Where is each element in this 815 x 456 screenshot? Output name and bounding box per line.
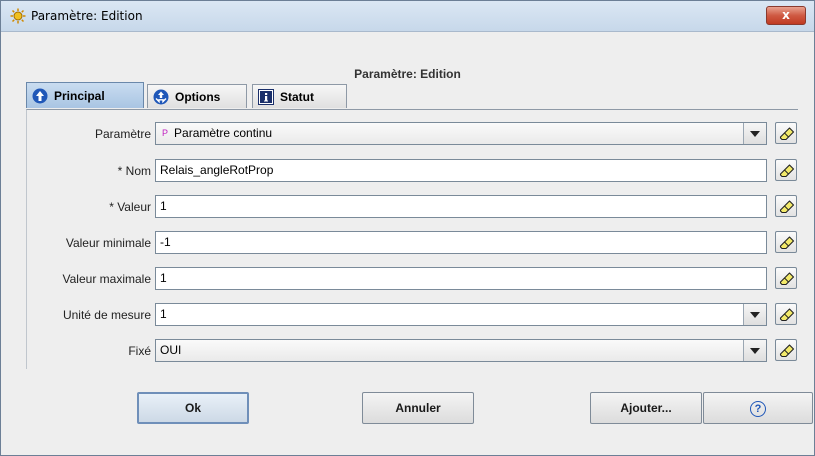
fixe-select[interactable]: OUI xyxy=(155,339,767,362)
eraser-icon xyxy=(779,344,795,358)
eraser-icon xyxy=(779,308,795,322)
clear-fixe-button[interactable] xyxy=(775,339,797,361)
window-title: Paramètre: Edition xyxy=(31,9,143,23)
options-circle-icon xyxy=(153,89,169,104)
valeur-min-label: Valeur minimale xyxy=(65,236,151,250)
clear-parametre-button[interactable] xyxy=(775,122,797,144)
ok-button[interactable]: Ok xyxy=(137,392,249,424)
tab-statut[interactable]: Statut xyxy=(252,84,347,108)
chevron-down-icon[interactable] xyxy=(743,340,766,361)
fixe-value: OUI xyxy=(160,343,182,357)
eraser-icon xyxy=(779,200,795,214)
parametre-type-icon: P xyxy=(162,128,169,138)
valeur-min-input[interactable]: -1 xyxy=(155,231,767,254)
eraser-icon xyxy=(779,236,795,250)
ajouter-button[interactable]: Ajouter... xyxy=(590,392,702,424)
tab-principal-label: Principal xyxy=(54,88,105,103)
unite-label: Unité de mesure xyxy=(62,308,151,322)
chevron-down-icon[interactable] xyxy=(743,304,766,325)
eraser-icon xyxy=(779,127,795,141)
nom-label: * Nom xyxy=(117,164,151,178)
clear-valeur-min-button[interactable] xyxy=(775,231,797,253)
nom-input[interactable]: Relais_angleRotProp xyxy=(155,159,767,182)
status-strip xyxy=(1,427,814,455)
unite-value: 1 xyxy=(160,307,167,321)
tab-options-label: Options xyxy=(175,89,221,104)
clear-valeur-max-button[interactable] xyxy=(775,267,797,289)
tab-statut-label: Statut xyxy=(280,89,314,104)
parametre-select[interactable]: P Paramètre continu xyxy=(155,122,767,145)
help-button[interactable]: ? xyxy=(703,392,813,424)
valeur-label: * Valeur xyxy=(109,200,151,214)
parametre-label: Paramètre xyxy=(94,127,151,141)
unite-select[interactable]: 1 xyxy=(155,303,767,326)
help-icon: ? xyxy=(750,401,766,417)
eraser-icon xyxy=(779,272,795,286)
clear-unite-button[interactable] xyxy=(775,303,797,325)
valeur-input[interactable]: 1 xyxy=(155,195,767,218)
close-button[interactable]: x xyxy=(766,6,806,25)
dialog-window: Paramètre: Edition x Paramètre: Edition … xyxy=(0,0,815,456)
arrow-up-circle-icon xyxy=(32,88,48,103)
info-icon xyxy=(258,88,274,105)
dialog-heading: Paramètre: Edition xyxy=(354,67,461,81)
tab-principal[interactable]: Principal xyxy=(26,82,144,108)
sun-icon xyxy=(10,8,26,24)
fixe-label: Fixé xyxy=(128,344,151,358)
parametre-value: Paramètre continu xyxy=(174,126,273,140)
tab-options[interactable]: Options xyxy=(147,84,247,108)
valeur-max-label: Valeur maximale xyxy=(62,272,151,286)
title-bar[interactable]: Paramètre: Edition x xyxy=(1,1,814,32)
chevron-down-icon[interactable] xyxy=(743,123,766,144)
annuler-button[interactable]: Annuler xyxy=(362,392,474,424)
valeur-max-input[interactable]: 1 xyxy=(155,267,767,290)
clear-nom-button[interactable] xyxy=(775,159,797,181)
eraser-icon xyxy=(779,164,795,178)
clear-valeur-button[interactable] xyxy=(775,195,797,217)
